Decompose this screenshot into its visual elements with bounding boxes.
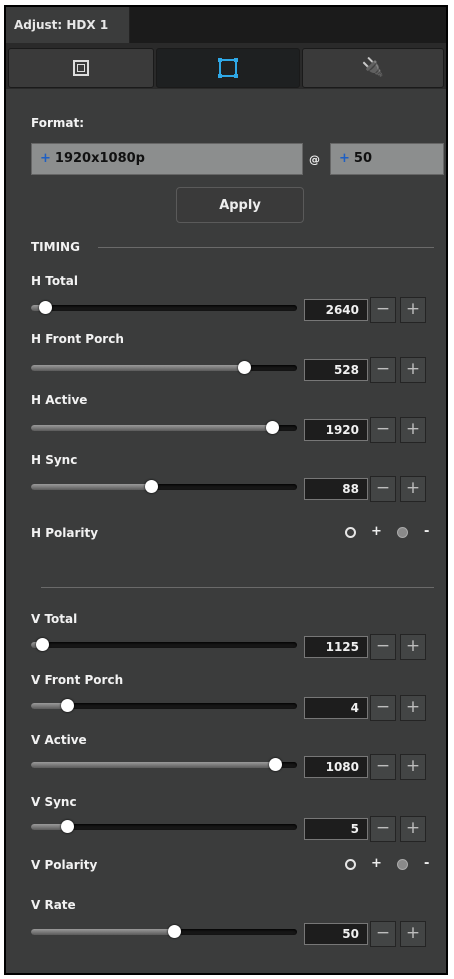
adjust-panel: 🔌 Format: +1920x1080p @ +50 Apply TIMING…: [6, 43, 446, 973]
v-total-increment-button[interactable]: +: [400, 634, 426, 660]
resolution-select[interactable]: +1920x1080p: [31, 143, 303, 175]
h-polarity-positive-label: +: [371, 524, 382, 539]
v-rate-slider-thumb[interactable]: [168, 925, 181, 938]
v-total-value[interactable]: 1125: [304, 636, 368, 658]
v-front-porch-decrement-button[interactable]: −: [370, 695, 396, 721]
v-rate-increment-button[interactable]: +: [400, 921, 426, 947]
v-sync-slider[interactable]: [31, 820, 297, 833]
v-sync-slider-thumb[interactable]: [61, 820, 74, 833]
h-total-value[interactable]: 2640: [304, 299, 368, 321]
frame-mode-button[interactable]: [8, 48, 154, 88]
window-title-tab[interactable]: Adjust: HDX 1: [6, 7, 130, 43]
v-rate-slider[interactable]: [31, 925, 297, 938]
adjust-window: Adjust: HDX 1 🔌 Format: +1920x1080p @ +5: [4, 5, 448, 975]
h-active-slider-thumb[interactable]: [266, 421, 279, 434]
h-total-increment-button[interactable]: +: [400, 297, 426, 323]
mode-bar: 🔌: [6, 43, 446, 89]
h-sync-slider-thumb[interactable]: [145, 480, 158, 493]
h-polarity-label: H Polarity: [31, 526, 99, 540]
v-sync-value[interactable]: 5: [304, 818, 368, 840]
h-polarity-positive-radio[interactable]: [345, 527, 356, 538]
h-active-value[interactable]: 1920: [304, 419, 368, 441]
v-sync-increment-button[interactable]: +: [400, 816, 426, 842]
section-divider: [41, 587, 434, 588]
v-active-value[interactable]: 1080: [304, 756, 368, 778]
rate-select[interactable]: +50: [330, 143, 444, 175]
v-front-porch-value[interactable]: 4: [304, 697, 368, 719]
v-active-increment-button[interactable]: +: [400, 754, 426, 780]
h-total-label: H Total: [31, 274, 79, 288]
v-polarity-positive-label: +: [371, 856, 382, 871]
h-active-label: H Active: [31, 393, 88, 407]
format-label: Format:: [31, 116, 85, 130]
apply-button[interactable]: Apply: [176, 187, 304, 223]
v-front-porch-increment-button[interactable]: +: [400, 695, 426, 721]
h-front-porch-slider[interactable]: [31, 361, 297, 374]
v-active-slider-thumb[interactable]: [269, 758, 282, 771]
h-polarity-negative-label: -: [424, 524, 430, 539]
h-total-decrement-button[interactable]: −: [370, 297, 396, 323]
h-active-increment-button[interactable]: +: [400, 417, 426, 443]
plug-icon: 🔌: [361, 57, 385, 78]
timing-divider: [98, 247, 434, 248]
rate-value: 50: [353, 151, 372, 166]
crop-mode-button[interactable]: [156, 48, 300, 88]
v-active-label: V Active: [31, 733, 87, 747]
v-rate-decrement-button[interactable]: −: [370, 921, 396, 947]
v-rate-label: V Rate: [31, 898, 76, 912]
h-sync-decrement-button[interactable]: −: [370, 476, 396, 502]
frame-icon: [73, 60, 89, 76]
h-sync-slider[interactable]: [31, 480, 297, 493]
v-sync-decrement-button[interactable]: −: [370, 816, 396, 842]
h-active-slider[interactable]: [31, 421, 297, 434]
v-front-porch-slider-thumb[interactable]: [61, 699, 74, 712]
v-total-label: V Total: [31, 612, 78, 626]
v-active-decrement-button[interactable]: −: [370, 754, 396, 780]
h-front-porch-label: H Front Porch: [31, 332, 124, 346]
h-front-porch-value[interactable]: 528: [304, 359, 368, 381]
v-total-decrement-button[interactable]: −: [370, 634, 396, 660]
h-front-porch-increment-button[interactable]: +: [400, 357, 426, 383]
v-sync-label: V Sync: [31, 795, 77, 809]
h-active-decrement-button[interactable]: −: [370, 417, 396, 443]
h-sync-value[interactable]: 88: [304, 478, 368, 500]
rate-plus-icon: +: [339, 151, 350, 166]
v-polarity-label: V Polarity: [31, 858, 98, 872]
resolution-value: 1920x1080p: [54, 151, 145, 166]
at-symbol: @: [309, 153, 320, 166]
resolution-plus-icon: +: [40, 151, 51, 166]
h-front-porch-decrement-button[interactable]: −: [370, 357, 396, 383]
v-rate-value[interactable]: 50: [304, 923, 368, 945]
h-polarity-negative-radio[interactable]: [397, 527, 408, 538]
h-front-porch-slider-thumb[interactable]: [238, 361, 251, 374]
v-front-porch-slider[interactable]: [31, 699, 297, 712]
plug-mode-button[interactable]: 🔌: [302, 48, 444, 88]
h-total-slider[interactable]: [31, 301, 297, 314]
crop-icon: [218, 58, 238, 78]
timing-title: TIMING: [31, 240, 80, 254]
v-total-slider-thumb[interactable]: [36, 638, 49, 651]
v-polarity-negative-label: -: [424, 856, 430, 871]
v-front-porch-label: V Front Porch: [31, 673, 124, 687]
h-sync-label: H Sync: [31, 453, 78, 467]
v-polarity-negative-radio[interactable]: [397, 859, 408, 870]
v-polarity-positive-radio[interactable]: [345, 859, 356, 870]
h-total-slider-thumb[interactable]: [39, 301, 52, 314]
v-active-slider[interactable]: [31, 758, 297, 771]
h-sync-increment-button[interactable]: +: [400, 476, 426, 502]
v-total-slider[interactable]: [31, 638, 297, 651]
